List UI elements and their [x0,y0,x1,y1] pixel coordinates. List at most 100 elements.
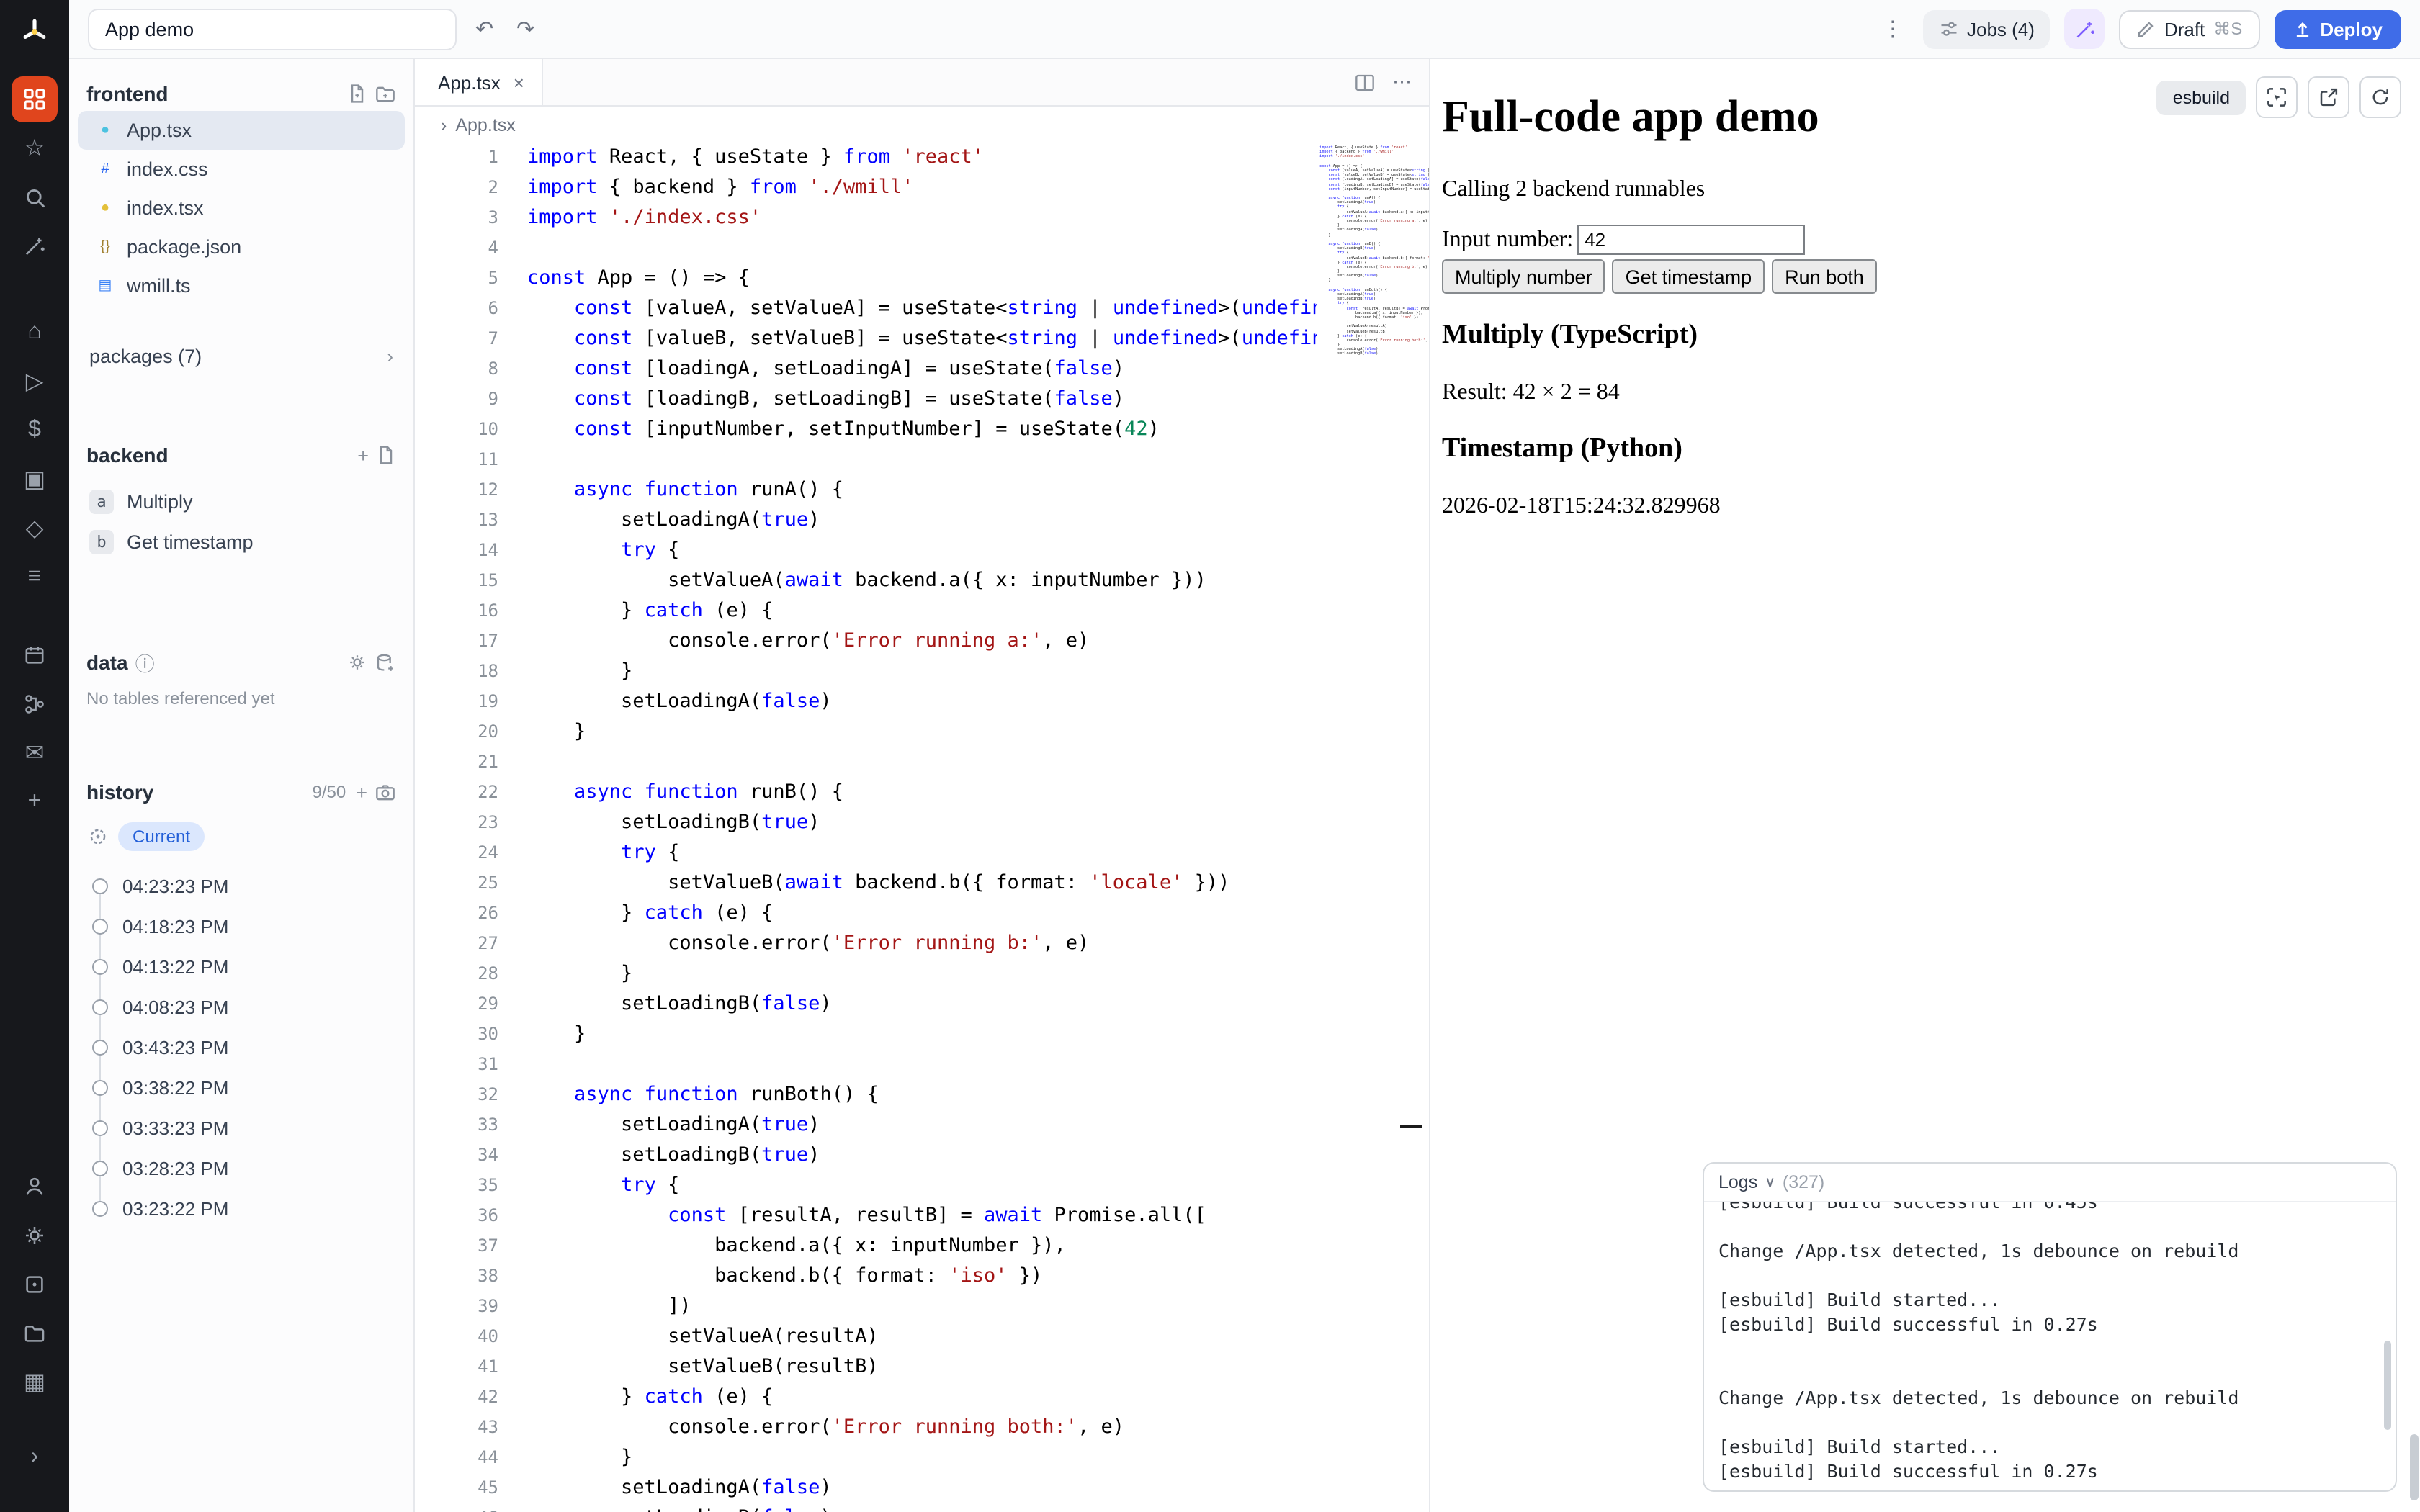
line-number: 15 [415,566,527,596]
multiply-number-button[interactable]: Multiply number [1442,259,1605,294]
file-item-index.css[interactable]: #index.css [78,150,405,189]
inbox-mail-icon[interactable]: ✉ [12,730,58,776]
app-name-input[interactable] [88,8,457,50]
logs-body[interactable]: [esbuild] Build successful in 0.45sChang… [1704,1202,2396,1490]
backend-item-Multiply[interactable]: aMultiply [69,481,413,521]
account-person-icon[interactable] [12,1164,58,1210]
logs-header[interactable]: Logs ∨ (327) [1704,1164,2396,1202]
history-entry[interactable]: 03:43:23 PM [69,1027,413,1067]
schemas-layers-icon[interactable]: ≡ [12,554,58,600]
kebab-menu-icon[interactable]: ⋮ [1878,16,1908,42]
minimap[interactable]: import React, { useState } from 'react'i… [1319,145,1429,1512]
react-dot-icon: ● [95,122,115,138]
file-item-App.tsx[interactable]: ●App.tsx [78,111,405,150]
line-number: 23 [415,808,527,838]
logs-chevron-icon[interactable]: ∨ [1765,1174,1775,1190]
data-info-icon: ⓘ [135,648,155,677]
timeline-dot-icon [92,1039,108,1055]
line-number: 20 [415,717,527,747]
file-item-wmill.ts[interactable]: ▤wmill.ts [78,266,405,305]
line-number: 36 [415,1201,527,1231]
code-line: 39 ]) [415,1292,1429,1322]
history-add-icon[interactable]: + [356,781,367,803]
redo-icon[interactable]: ↷ [512,16,539,42]
history-current-row[interactable]: Current [69,822,413,851]
history-entry[interactable]: 04:13:22 PM [69,946,413,986]
number-input[interactable] [1577,225,1805,255]
folders-icon[interactable] [12,1310,58,1356]
history-entry[interactable]: 03:33:23 PM [69,1107,413,1148]
history-entry[interactable]: 04:23:23 PM [69,865,413,906]
apps-grid-icon[interactable]: ▦ [12,1359,58,1405]
timeline-dot-icon [92,1200,108,1216]
code-area[interactable]: 1import React, { useState } from 'react'… [415,143,1429,1512]
history-entry[interactable]: 04:18:23 PM [69,906,413,946]
draft-pencil-icon [2137,19,2156,38]
backend-add-icon[interactable]: + [357,444,369,466]
home-icon[interactable]: ⌂ [12,310,58,356]
history-entry[interactable]: 03:23:22 PM [69,1188,413,1228]
draft-button[interactable]: Draft ⌘S [2120,9,2259,48]
new-folder-icon[interactable] [375,83,396,104]
wmill-table-icon: ▤ [95,278,115,294]
preview-toolbar: esbuild [2157,76,2401,118]
flows-diamond-icon[interactable]: ◇ [12,505,58,552]
collapse-chevron-icon[interactable]: › [12,1434,58,1480]
code-line: 26 } catch (e) { [415,899,1429,929]
triggers-branch-icon[interactable] [12,681,58,727]
current-target-icon [88,827,108,847]
timeline-dot-icon [92,1079,108,1095]
code-line: 24 try { [415,838,1429,868]
apps-icon[interactable] [12,76,58,122]
schedules-calendar-icon[interactable] [12,632,58,678]
refresh-icon[interactable] [2360,76,2401,118]
workspace-box-icon[interactable] [12,1261,58,1308]
windmill-logo-icon[interactable] [12,9,58,55]
search-icon[interactable] [12,174,58,220]
add-table-db-icon[interactable] [375,652,396,673]
run-both-button[interactable]: Run both [1772,259,1877,294]
split-handle[interactable] [1400,1125,1422,1128]
favorites-star-icon[interactable]: ☆ [12,125,58,171]
ai-wand-icon[interactable] [12,223,58,269]
file-item-package.json[interactable]: {}package.json [78,228,405,266]
ai-assistant-button[interactable] [2065,9,2105,49]
history-snapshot-camera-icon[interactable] [375,781,396,803]
history-entry[interactable]: 03:28:23 PM [69,1148,413,1188]
code-line: 21 [415,747,1429,778]
history-entry[interactable]: 03:38:22 PM [69,1067,413,1107]
current-chip[interactable]: Current [118,822,205,851]
json-braces-icon: {} [95,239,115,255]
add-new-icon[interactable]: + [12,779,58,825]
file-item-index.tsx[interactable]: ●index.tsx [78,189,405,228]
jobs-button[interactable]: Jobs (4) [1922,9,2051,48]
line-number: 27 [415,929,527,959]
runs-play-icon[interactable]: ▷ [12,359,58,405]
split-columns-icon[interactable] [1353,71,1375,93]
code-editor: App.tsx × ⋯ › App.tsx [415,59,1430,1512]
code-lines: 1import React, { useState } from 'react'… [415,143,1429,1512]
data-settings-gear-icon[interactable] [347,652,367,672]
history-entry[interactable]: 04:08:23 PM [69,986,413,1027]
backend-new-file-icon[interactable] [376,445,396,465]
log-line: [esbuild] Build started... [1718,1287,2381,1312]
settings-gear-icon[interactable] [12,1212,58,1259]
tab-app-tsx[interactable]: App.tsx × [415,59,543,105]
breadcrumb[interactable]: › App.tsx [415,107,1429,143]
new-file-icon[interactable] [347,84,367,104]
inspect-select-icon[interactable] [2256,76,2298,118]
history-timestamp: 03:23:22 PM [122,1197,228,1219]
variables-dollar-icon[interactable]: $ [12,408,58,454]
tab-close-icon[interactable]: × [514,71,524,93]
backend-item-Get timestamp[interactable]: bGet timestamp [69,521,413,562]
deploy-button[interactable]: Deploy [2274,9,2401,48]
packages-row[interactable]: packages (7) › [69,337,413,374]
logs-scrollbar[interactable] [2384,1341,2391,1430]
editor-more-icon[interactable]: ⋯ [1392,71,1412,94]
code-line: 28 } [415,959,1429,989]
preview-scrollbar[interactable] [2410,1434,2419,1500]
get-timestamp-button[interactable]: Get timestamp [1613,259,1765,294]
undo-icon[interactable]: ↶ [471,16,498,42]
resources-boxes-icon[interactable]: ▣ [12,456,58,503]
open-external-icon[interactable] [2308,76,2349,118]
